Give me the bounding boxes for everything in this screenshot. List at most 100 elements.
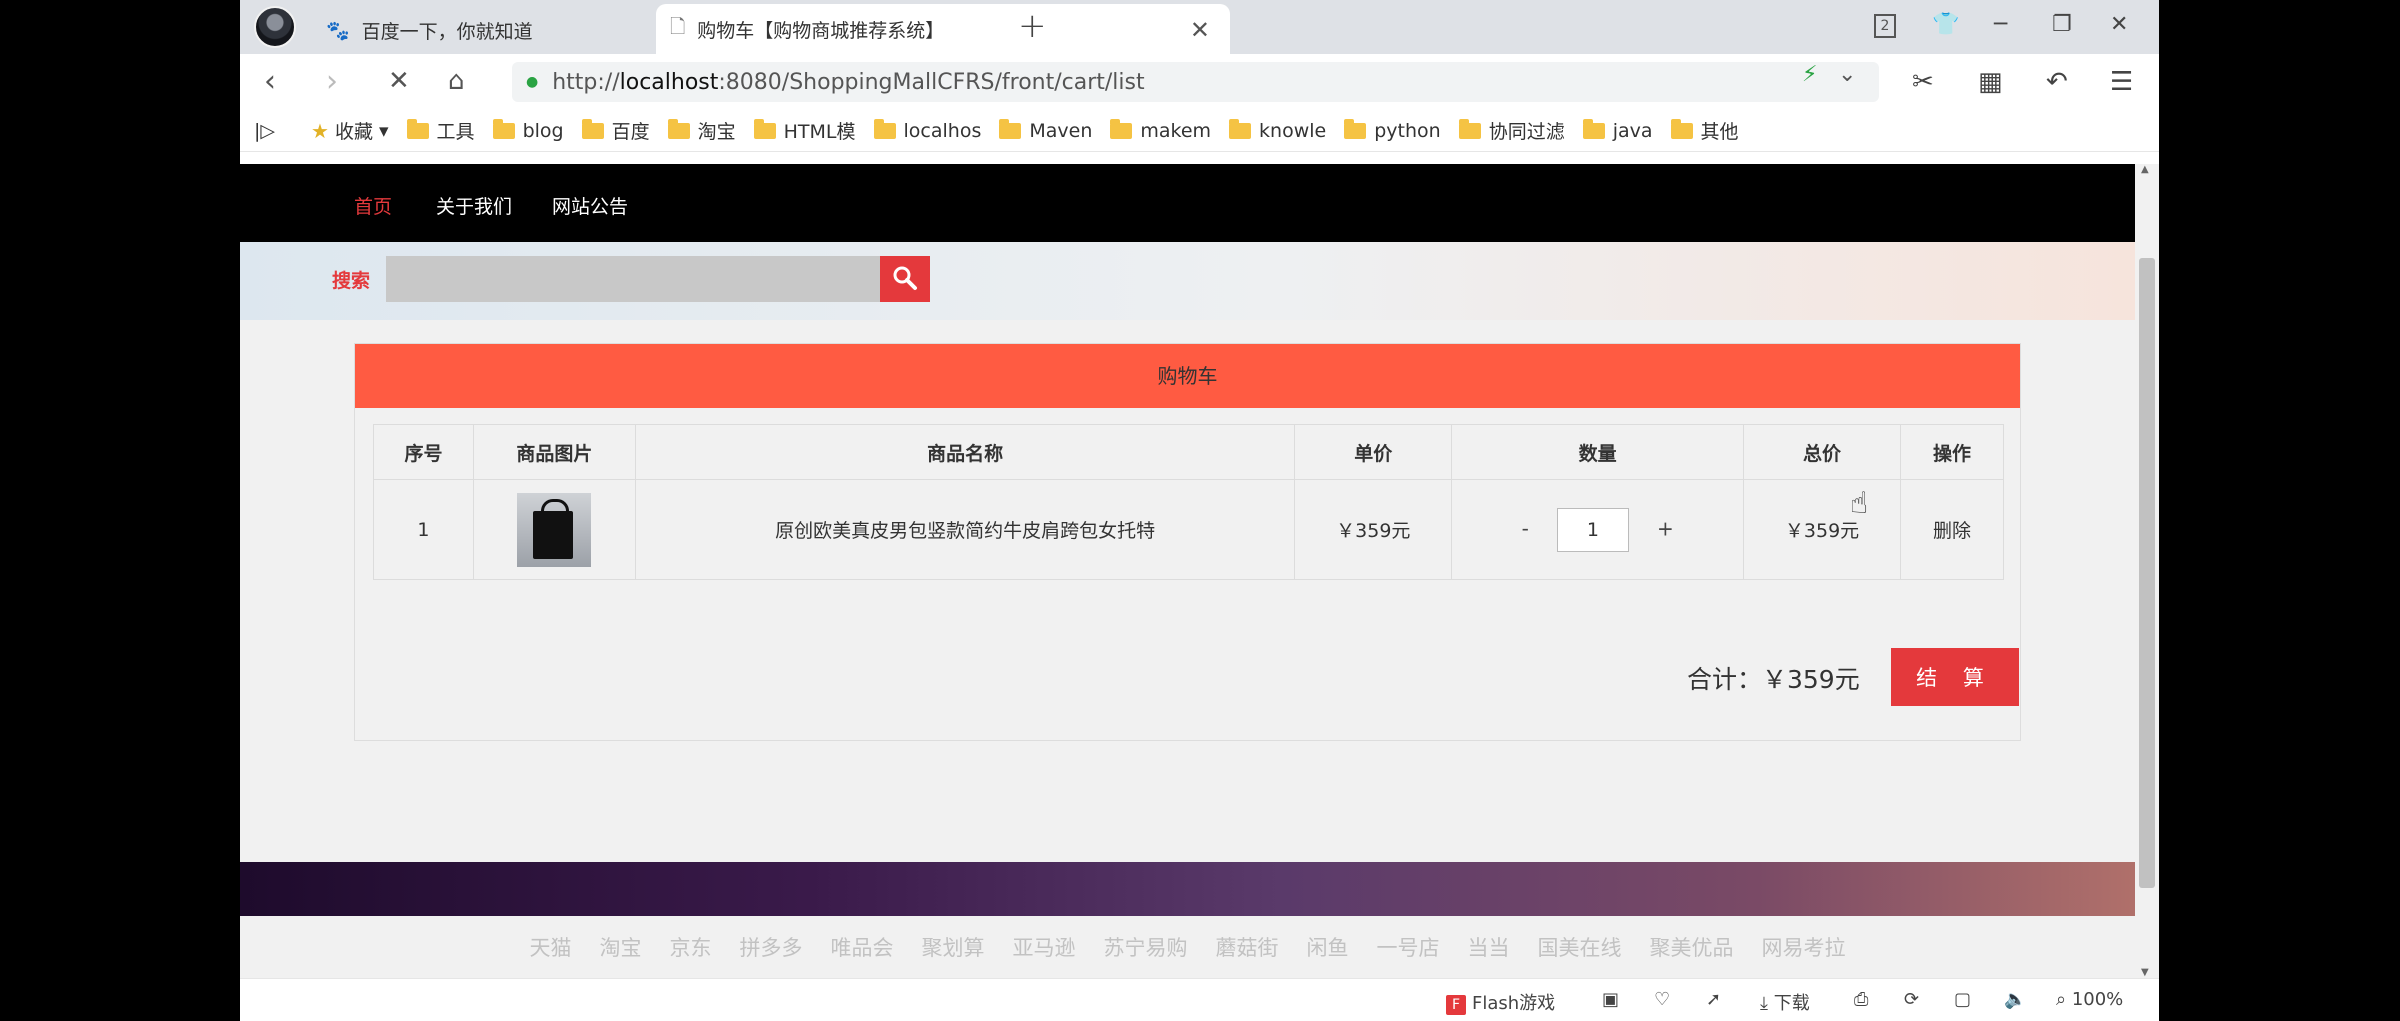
bookmarks-bar: |▷ ★ 收藏 ▾ 工具 blog 百度 淘宝 HTML模 localhos Ma… — [240, 110, 2159, 152]
status-bar: F Flash游戏 ▣ ♡ ➚ ⤓ 下载 ⎙ ⟳ ▢ 🔈 ⌕ 100% — [240, 978, 2159, 1021]
bookmark-folder[interactable]: python — [1344, 118, 1441, 142]
scroll-down-icon[interactable]: ▼ — [2141, 967, 2149, 978]
menu-icon[interactable]: ☰ — [2110, 67, 2133, 97]
scrollbar-thumb[interactable] — [2139, 258, 2155, 888]
col-action: 操作 — [1900, 424, 2004, 480]
tab-bar: 🐾 百度一下，你就知道 🗋 购物车【购物商城推荐系统】 ✕ + 2 👕 ─ ❐ … — [240, 0, 2159, 54]
bookmark-folder[interactable]: 百度 — [581, 117, 650, 144]
refresh-icon[interactable]: ⟳ — [1904, 989, 1919, 1010]
footer-link[interactable]: 闲鱼 — [1307, 932, 1349, 962]
tab-baidu[interactable]: 🐾 百度一下，你就知道 — [312, 6, 694, 54]
bookmark-folder[interactable]: Maven — [999, 118, 1092, 142]
nav-about[interactable]: 关于我们 — [436, 192, 512, 219]
delete-link[interactable]: 删除 — [1900, 479, 2004, 580]
qty-input[interactable]: 1 — [1556, 507, 1629, 552]
footer-link[interactable]: 一号店 — [1377, 932, 1440, 962]
footer-link[interactable]: 天猫 — [530, 932, 572, 962]
close-tab-icon[interactable]: ✕ — [1190, 16, 1210, 44]
nav-home[interactable]: 首页 — [354, 192, 392, 219]
row-total: ￥359元 — [1743, 479, 1901, 580]
site-nav: 首页 关于我们 网站公告 — [240, 164, 2135, 242]
bookmark-folder[interactable]: 协同过滤 — [1458, 117, 1565, 144]
qty-increase-button[interactable]: + — [1657, 516, 1674, 540]
search-input[interactable] — [386, 256, 880, 302]
bookmark-favorites[interactable]: ★ 收藏 ▾ — [311, 117, 389, 144]
star-icon: ★ — [311, 118, 329, 143]
footer-link[interactable]: 当当 — [1468, 932, 1510, 962]
bookmark-folder[interactable]: localhos — [873, 118, 981, 142]
bookmark-folder[interactable]: 淘宝 — [667, 117, 736, 144]
close-window-button[interactable]: ✕ — [2110, 12, 2128, 37]
row-index: 1 — [373, 479, 474, 580]
folder-icon — [1670, 118, 1693, 139]
print-icon[interactable]: ⎙ — [1854, 989, 1868, 1010]
row-image-cell — [472, 479, 636, 580]
bookmark-folder[interactable]: 工具 — [406, 117, 475, 144]
apps-grid-icon[interactable]: ▦ — [1978, 67, 2003, 97]
skin-icon[interactable]: 👕 — [1932, 12, 1959, 37]
download-button[interactable]: ⤓ 下载 — [1760, 989, 1810, 1015]
page-scrollbar[interactable]: ▲ ▼ — [2135, 164, 2159, 978]
bookmark-folder[interactable]: blog — [492, 118, 564, 142]
minimize-button[interactable]: ─ — [1994, 12, 2007, 37]
footer-link[interactable]: 京东 — [670, 932, 712, 962]
folder-icon — [581, 118, 604, 139]
tab-cart[interactable]: 🗋 购物车【购物商城推荐系统】 ✕ — [656, 4, 1230, 54]
bookmark-folder[interactable]: HTML模 — [753, 117, 856, 144]
sidebar-toggle-icon[interactable]: |▷ — [254, 120, 275, 142]
footer-link[interactable]: 亚马逊 — [1013, 932, 1076, 962]
mouse-cursor-icon: ☝ — [1850, 486, 1869, 521]
product-image[interactable] — [517, 492, 592, 567]
new-tab-button[interactable]: + — [1018, 6, 1047, 46]
forward-icon[interactable]: › — [326, 64, 338, 99]
folder-icon — [1344, 118, 1367, 139]
download-icon: ⤓ — [1760, 993, 1768, 1014]
footer-link[interactable]: 拼多多 — [740, 932, 803, 962]
nav-notice[interactable]: 网站公告 — [552, 192, 628, 219]
col-price: 单价 — [1294, 424, 1453, 480]
footer-link[interactable]: 国美在线 — [1538, 932, 1622, 962]
footer-link[interactable]: 蘑菇街 — [1216, 932, 1279, 962]
flash-logo-icon: F — [1446, 995, 1466, 1015]
flash-games-button[interactable]: F Flash游戏 — [1446, 989, 1555, 1015]
rocket-icon[interactable]: ➚ — [1706, 989, 1721, 1010]
back-icon[interactable]: ‹ — [264, 64, 276, 99]
folder-icon — [1458, 118, 1481, 139]
stop-loading-icon[interactable]: ✕ — [388, 66, 410, 96]
bookmark-folder[interactable]: makem — [1110, 118, 1211, 142]
footer-link[interactable]: 网易考拉 — [1762, 932, 1846, 962]
table-row: 1 原创欧美真皮男包竖款简约牛皮肩跨包女托特 ￥359元 - 1 + ￥359元… — [373, 479, 2004, 580]
scroll-up-icon[interactable]: ▲ — [2141, 164, 2149, 175]
speaker-icon[interactable]: 🔈 — [2004, 989, 2026, 1010]
folder-icon — [753, 118, 776, 139]
qty-decrease-button[interactable]: - — [1522, 516, 1529, 540]
footer-link[interactable]: 苏宁易购 — [1104, 932, 1188, 962]
lightning-icon[interactable]: ⚡ — [1802, 62, 1817, 87]
home-icon[interactable]: ⌂ — [448, 66, 465, 96]
row-product-name: 原创欧美真皮男包竖款简约牛皮肩跨包女托特 — [634, 479, 1296, 580]
footer-link[interactable]: 聚划算 — [922, 932, 985, 962]
bookmark-folder[interactable]: knowle — [1229, 118, 1326, 142]
heart-icon[interactable]: ♡ — [1654, 989, 1670, 1010]
footer-link[interactable]: 唯品会 — [831, 932, 894, 962]
folder-icon — [1229, 118, 1252, 139]
zoom-button[interactable]: ⌕ 100% — [2056, 989, 2123, 1010]
user-avatar[interactable] — [254, 6, 296, 48]
undo-icon[interactable]: ↶ — [2046, 67, 2068, 97]
folder-icon — [873, 118, 896, 139]
search-button[interactable] — [880, 256, 930, 302]
window-icon[interactable]: ▢ — [1954, 989, 1971, 1010]
chevron-down-icon[interactable]: ⌄ — [1838, 62, 1856, 87]
restore-button[interactable]: ❐ — [2052, 12, 2072, 37]
footer-link[interactable]: 淘宝 — [600, 932, 642, 962]
address-bar[interactable]: ● http:// localhost :8080/ShoppingMallCF… — [512, 62, 1879, 102]
bookmark-folder[interactable]: 其他 — [1670, 117, 1739, 144]
tab-count-icon[interactable]: 2 — [1874, 14, 1896, 38]
baidu-paw-icon: 🐾 — [326, 19, 350, 42]
footer-link[interactable]: 聚美优品 — [1650, 932, 1734, 962]
col-name: 商品名称 — [634, 424, 1296, 480]
bookmark-folder[interactable]: java — [1582, 118, 1653, 142]
checkout-button[interactable]: 结 算 — [1891, 648, 2019, 706]
scissors-icon[interactable]: ✂ — [1912, 67, 1934, 97]
image-icon[interactable]: ▣ — [1602, 989, 1619, 1010]
